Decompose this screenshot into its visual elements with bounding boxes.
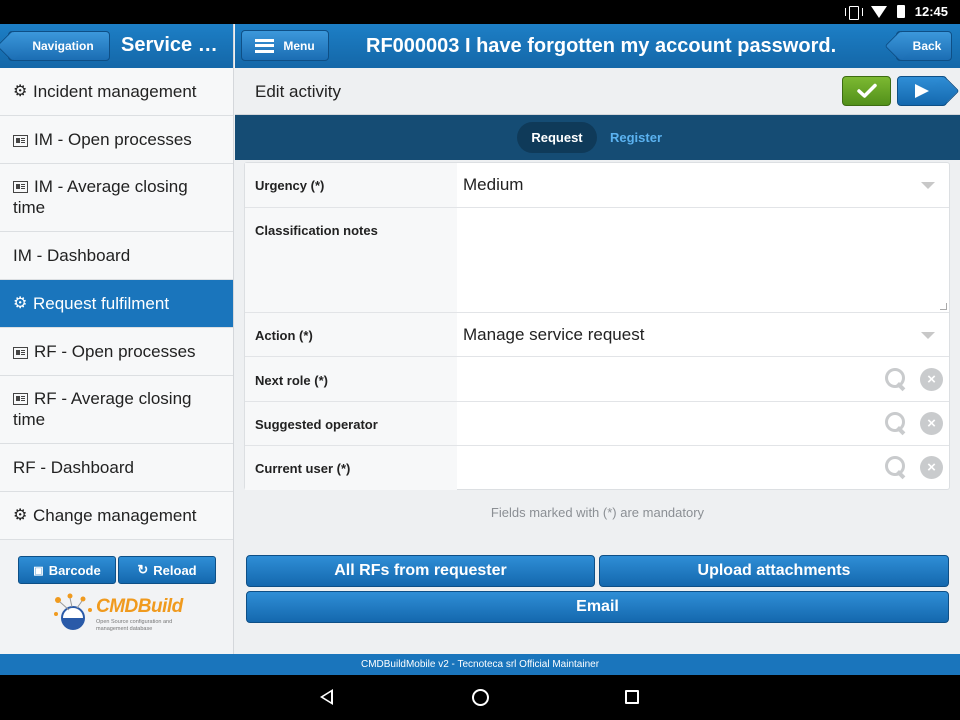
gear-icon: ⚙: [13, 295, 28, 312]
menu-button[interactable]: Menu: [241, 30, 329, 61]
sidebar-item-label: IM - Open processes: [34, 129, 192, 149]
reload-button[interactable]: ↻ Reload: [118, 556, 216, 584]
back-icon[interactable]: [320, 689, 333, 705]
report-icon: [13, 346, 28, 359]
back-button[interactable]: Back: [896, 31, 952, 61]
classification-notes-row: Classification notes: [245, 208, 949, 313]
cmdbuild-logo: CMDBuild Open Source configuration and m…: [52, 592, 183, 638]
next-role-row: Next role (*) ×: [245, 357, 949, 402]
current-user-row: Current user (*) ×: [245, 446, 949, 490]
gear-icon: ⚙: [13, 507, 28, 524]
barcode-button[interactable]: ▣ Barcode: [18, 556, 116, 584]
app: Navigation Service d... ⚙ Incident manag…: [0, 24, 960, 675]
sidebar-item-change-management[interactable]: ⚙ Change management: [0, 492, 233, 540]
play-icon: [915, 84, 929, 98]
sidebar-item-label: Request fulfilment: [33, 293, 170, 313]
sidebar: Navigation Service d... ⚙ Incident manag…: [0, 24, 234, 654]
edit-activity-bar: Edit activity: [235, 68, 960, 115]
app-footer: CMDBuildMobile v2 - Tecnoteca srl Offici…: [0, 654, 960, 675]
sidebar-menu: ⚙ Incident management IM - Open processe…: [0, 68, 233, 540]
refresh-icon: ↻: [137, 562, 149, 577]
search-icon[interactable]: [885, 456, 907, 478]
next-role-label: Next role (*): [255, 373, 328, 388]
clock: 12:45: [914, 4, 948, 19]
report-icon: [13, 181, 28, 193]
chevron-down-icon: [921, 332, 935, 339]
urgency-label: Urgency (*): [255, 178, 325, 193]
sidebar-item-label: RF - Open processes: [34, 341, 196, 361]
tab-strip: Request Register: [235, 115, 960, 160]
clear-icon[interactable]: ×: [920, 412, 943, 435]
system-navigation-bar: [0, 675, 960, 720]
report-icon: [13, 134, 28, 147]
tab-register[interactable]: Register: [599, 122, 673, 153]
hamburger-icon: [255, 38, 275, 53]
main-header: Menu RF000003 I have forgotten my accoun…: [235, 24, 960, 68]
classification-notes-textarea[interactable]: [457, 208, 949, 312]
sidebar-title: Service d...: [121, 34, 226, 56]
search-icon[interactable]: [885, 368, 907, 390]
sidebar-item-request-fulfilment[interactable]: ⚙ Request fulfilment: [0, 280, 233, 328]
advance-button[interactable]: [897, 76, 947, 106]
suggested-operator-row: Suggested operator ×: [245, 402, 949, 446]
clear-icon[interactable]: ×: [920, 456, 943, 479]
urgency-select[interactable]: Medium: [463, 175, 523, 195]
camera-icon: ▣: [33, 564, 44, 577]
sidebar-item-rf-open-processes[interactable]: RF - Open processes: [0, 328, 233, 376]
sidebar-item-im-dashboard[interactable]: IM - Dashboard: [0, 232, 233, 280]
sidebar-item-im-average-closing-time[interactable]: IM - Average closing time: [0, 164, 233, 232]
clear-icon[interactable]: ×: [920, 368, 943, 391]
sidebar-item-label: RF - Average closing time: [13, 389, 192, 429]
urgency-row: Urgency (*) Medium: [245, 163, 949, 208]
sidebar-footer: ▣ Barcode ↻ Reload CMDBuild Open Source …: [0, 540, 233, 654]
mandatory-note: Fields marked with (*) are mandatory: [490, 505, 705, 520]
page-title: RF000003 I have forgotten my account pas…: [366, 35, 837, 57]
logo-tagline: Open Source configuration and management…: [96, 619, 173, 632]
logo-name: CMDBuild: [96, 596, 183, 617]
vibrate-icon: [844, 5, 863, 20]
home-icon[interactable]: [472, 689, 489, 706]
sidebar-item-rf-dashboard[interactable]: RF - Dashboard: [0, 444, 233, 492]
gear-icon: ⚙: [13, 83, 28, 100]
navigation-button[interactable]: Navigation: [8, 31, 110, 61]
sidebar-item-im-open-processes[interactable]: IM - Open processes: [0, 116, 233, 164]
action-select[interactable]: Manage service request: [463, 325, 644, 345]
status-bar: 12:45: [0, 0, 960, 24]
chevron-down-icon: [921, 182, 935, 189]
sidebar-item-label: RF - Dashboard: [13, 457, 134, 477]
checkmark-icon: [856, 83, 877, 98]
search-icon[interactable]: [885, 412, 907, 434]
wifi-icon: [870, 5, 887, 18]
sidebar-item-label: Change management: [33, 505, 197, 525]
sidebar-item-rf-average-closing-time[interactable]: RF - Average closing time: [0, 376, 233, 444]
edit-activity-title: Edit activity: [255, 82, 341, 101]
tab-request[interactable]: Request: [517, 122, 597, 153]
current-user-label: Current user (*): [255, 461, 351, 476]
email-button[interactable]: Email: [246, 591, 949, 623]
classification-notes-label: Classification notes: [255, 223, 378, 238]
recent-apps-icon[interactable]: [625, 690, 639, 704]
all-rfs-button[interactable]: All RFs from requester: [246, 555, 595, 587]
upload-attachments-button[interactable]: Upload attachments: [599, 555, 949, 587]
sidebar-item-label: IM - Dashboard: [13, 245, 131, 265]
report-icon: [13, 393, 28, 405]
action-label: Action (*): [255, 328, 313, 343]
save-button[interactable]: [842, 76, 891, 106]
activity-form: Urgency (*) Medium Classification notes …: [244, 162, 950, 490]
logo-mark-icon: [54, 593, 92, 630]
suggested-operator-label: Suggested operator: [255, 417, 378, 432]
sidebar-item-label: Incident management: [33, 81, 197, 101]
sidebar-item-incident-management[interactable]: ⚙ Incident management: [0, 68, 233, 116]
battery-icon: [896, 5, 905, 18]
sidebar-item-label: IM - Average closing time: [13, 177, 188, 217]
action-row: Action (*) Manage service request: [245, 313, 949, 357]
sidebar-header: Navigation Service d...: [0, 24, 233, 68]
